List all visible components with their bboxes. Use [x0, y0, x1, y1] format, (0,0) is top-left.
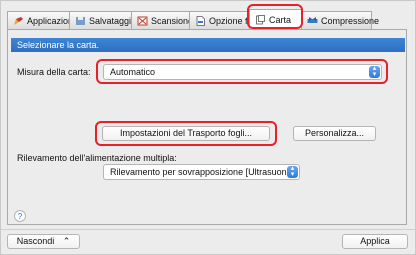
paper-size-select[interactable]: Automatico ▴ ▾	[103, 64, 382, 80]
scan-icon	[137, 16, 148, 26]
tab-bar: Applicazione Salvataggio Scansione Opzio…	[7, 9, 379, 29]
transport-settings-button[interactable]: Impostazioni del Trasporto fogli...	[102, 126, 270, 141]
tab-scansione-label: Scansione	[151, 15, 194, 26]
tab-carta[interactable]: Carta	[249, 9, 302, 29]
tab-compressione-label: Compressione	[321, 15, 380, 26]
tab-carta-label: Carta	[269, 14, 292, 25]
select-stepper-icon: ▴ ▾	[369, 65, 380, 78]
section-banner: Selezionare la carta.	[11, 38, 405, 52]
paper-size-value: Automatico	[110, 67, 156, 77]
pencil-icon	[13, 16, 24, 26]
chevron-up-icon: ⌃	[62, 236, 71, 246]
apply-button[interactable]: Applica	[342, 234, 408, 249]
hide-button-label: Nascondi	[16, 236, 55, 246]
multifeed-value: Rilevamento per sovrapposizione [Ultrasu…	[110, 167, 292, 177]
help-icon[interactable]: ?	[14, 210, 26, 222]
hide-button[interactable]: Nascondi ⌃	[7, 234, 80, 249]
select-stepper-icon: ▴ ▾	[287, 165, 298, 178]
paper-settings-panel: Selezionare la carta. Misura della carta…	[7, 29, 407, 225]
tab-scansione[interactable]: Scansione	[131, 11, 194, 29]
preferences-window: Applicazione Salvataggio Scansione Opzio…	[0, 0, 416, 255]
tab-salvataggio-label: Salvataggio	[89, 15, 137, 26]
tab-applicazione[interactable]: Applicazione	[7, 11, 78, 29]
paper-icon	[255, 14, 266, 25]
file-icon	[195, 15, 206, 26]
customize-button[interactable]: Personalizza...	[293, 126, 376, 141]
multifeed-label: Rilevamento dell'alimentazione multipla:	[17, 153, 177, 163]
tab-opzione-file[interactable]: Opzione file	[189, 11, 257, 29]
paper-size-label: Misura della carta:	[17, 67, 91, 77]
tab-salvataggio[interactable]: Salvataggio	[69, 11, 136, 29]
save-icon	[75, 16, 86, 26]
tab-compressione[interactable]: Compressione	[301, 11, 379, 29]
footer-divider	[1, 229, 415, 230]
compression-icon	[307, 16, 318, 26]
multifeed-select[interactable]: Rilevamento per sovrapposizione [Ultrasu…	[103, 164, 300, 180]
